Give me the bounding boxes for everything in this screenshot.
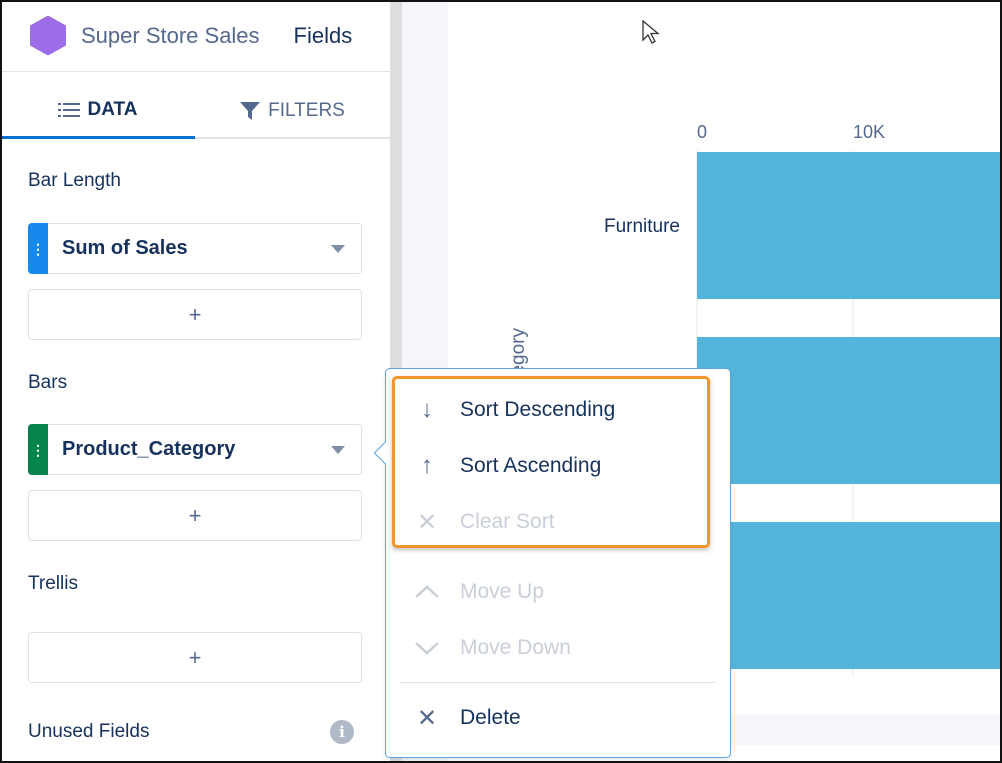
menu-item-label: Move Down: [460, 636, 571, 659]
menu-item-label: Delete: [460, 706, 521, 729]
section-label-trellis: Trellis: [28, 573, 78, 594]
app-title: Super Store Sales: [81, 22, 260, 48]
menu-item-move-up[interactable]: Move Up: [412, 572, 544, 612]
field-pill-sum-of-sales[interactable]: ⋮ Sum of Sales: [28, 223, 362, 274]
bar: [697, 522, 1002, 669]
list-icon: [57, 103, 80, 117]
tab-data[interactable]: DATA: [0, 72, 195, 139]
add-trellis-button[interactable]: +: [28, 632, 362, 683]
fields-panel: Super Store Sales Fields DATA FILTERS Ba…: [0, 0, 390, 763]
chevron-down-icon: [412, 641, 442, 655]
menu-item-label: Clear Sort: [460, 510, 555, 533]
menu-divider: [400, 682, 716, 683]
close-icon: ✕: [416, 508, 438, 536]
section-label-unused-fields: Unused Fields: [28, 721, 150, 742]
chevron-down-icon[interactable]: [331, 445, 345, 454]
filter-icon: [240, 101, 261, 120]
drag-handle-icon[interactable]: ⋮: [28, 223, 48, 274]
menu-item-clear-sort[interactable]: ✕ Clear Sort: [412, 502, 555, 542]
mouse-cursor-icon: [642, 20, 660, 44]
bar: [697, 337, 1002, 484]
drag-handle-icon[interactable]: ⋮: [28, 424, 48, 475]
panel-tabs: DATA FILTERS: [0, 72, 390, 139]
panel-header: Super Store Sales Fields: [0, 0, 390, 72]
tab-filters[interactable]: FILTERS: [195, 72, 390, 137]
field-pill-label: Sum of Sales: [62, 237, 188, 259]
menu-item-sort-ascending[interactable]: ↑ Sort Ascending: [412, 446, 601, 486]
y-category-label: Furniture: [604, 216, 680, 237]
add-bar-length-button[interactable]: +: [28, 289, 362, 340]
info-icon[interactable]: i: [330, 720, 354, 744]
menu-item-delete[interactable]: ✕ Delete: [412, 698, 521, 738]
panel-title: Fields: [293, 22, 353, 48]
arrow-down-icon: ↓: [421, 396, 433, 423]
menu-item-label: Sort Descending: [460, 398, 616, 421]
menu-item-label: Sort Ascending: [460, 454, 602, 477]
hexagon-icon: [30, 15, 66, 56]
tab-label: DATA: [87, 99, 138, 120]
menu-item-sort-descending[interactable]: ↓ Sort Descending: [412, 390, 615, 430]
chevron-down-icon[interactable]: [331, 244, 345, 253]
field-context-menu: ↓ Sort Descending ↑ Sort Ascending ✕ Clear …: [373, 368, 731, 758]
menu-item-move-down[interactable]: Move Down: [412, 628, 571, 668]
close-icon: ✕: [416, 704, 438, 732]
bar: [697, 152, 1002, 299]
arrow-up-icon: ↑: [421, 452, 433, 479]
field-pill-product-category[interactable]: ⋮ Product_Category: [28, 424, 362, 475]
chevron-up-icon: [412, 585, 442, 599]
field-pill-label: Product_Category: [62, 438, 236, 460]
x-tick-label: 10K: [853, 122, 885, 142]
menu-item-label: Move Up: [460, 580, 545, 603]
x-tick-label: 0: [697, 122, 707, 142]
tab-label: FILTERS: [268, 99, 345, 121]
section-label-bar-length: Bar Length: [28, 170, 121, 191]
add-bars-button[interactable]: +: [28, 490, 362, 541]
section-label-bars: Bars: [28, 372, 68, 393]
